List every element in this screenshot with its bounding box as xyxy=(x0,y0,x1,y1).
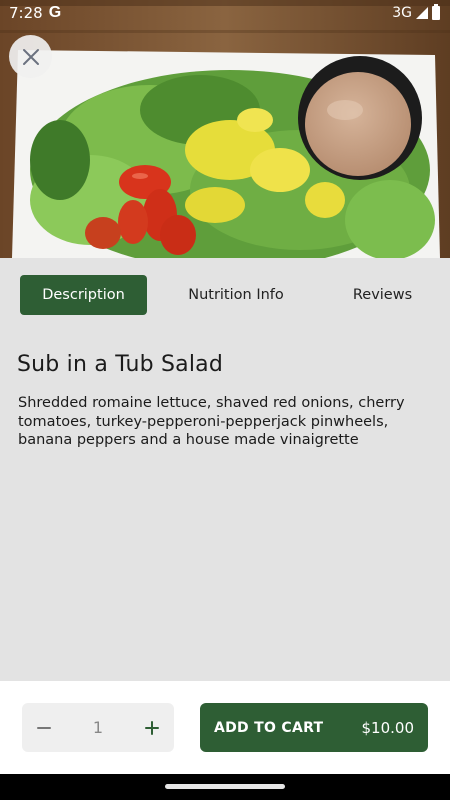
bottom-bar: 1 ADD TO CART $10.00 xyxy=(0,681,450,774)
salad-photo xyxy=(0,0,450,258)
quantity-value: 1 xyxy=(92,718,104,737)
battery-icon xyxy=(432,4,440,20)
google-icon: G xyxy=(48,4,62,21)
item-description: Shredded romaine lettuce, shaved red oni… xyxy=(18,395,405,448)
decrement-button[interactable] xyxy=(34,718,54,738)
tab-reviews[interactable]: Reviews xyxy=(325,275,440,315)
system-nav-bar xyxy=(0,774,450,800)
network-label: 3G xyxy=(392,5,412,21)
tab-description[interactable]: Description xyxy=(20,275,147,315)
status-bar: 7:28 G 3G xyxy=(0,0,450,26)
price-label: $10.00 xyxy=(361,718,415,737)
quantity-stepper: 1 xyxy=(22,703,174,752)
add-to-cart-button[interactable]: ADD TO CART $10.00 xyxy=(200,703,428,752)
status-time: 7:28 xyxy=(9,4,43,22)
minus-icon xyxy=(37,726,51,729)
close-icon xyxy=(22,48,39,65)
tab-nutrition-info[interactable]: Nutrition Info xyxy=(147,275,325,315)
plus-icon xyxy=(145,720,159,735)
add-to-cart-label: ADD TO CART xyxy=(214,719,324,736)
signal-icon xyxy=(416,7,428,19)
hero-image xyxy=(0,0,450,258)
increment-button[interactable] xyxy=(142,718,162,738)
close-button[interactable] xyxy=(9,35,52,78)
tab-bar: Description Nutrition Info Reviews xyxy=(20,275,440,315)
home-handle[interactable] xyxy=(165,784,285,789)
item-title: Sub in a Tub Salad xyxy=(17,352,223,377)
